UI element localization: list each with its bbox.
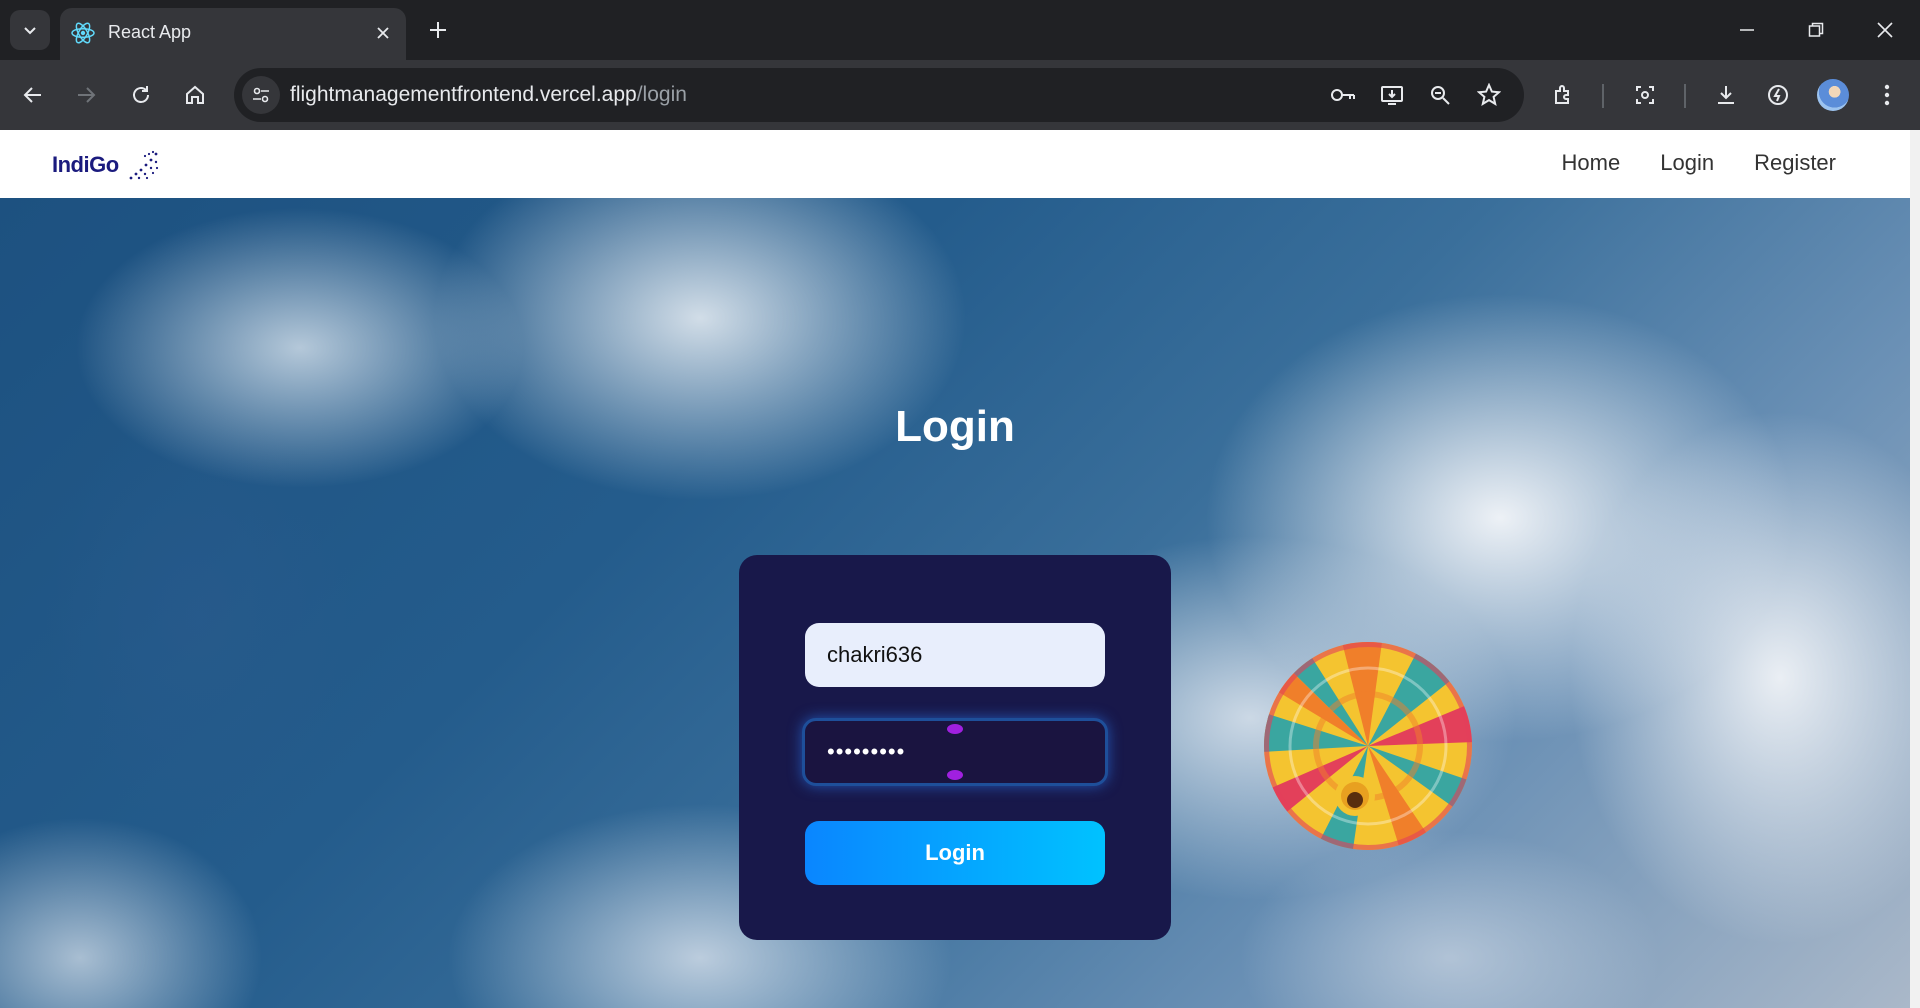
tab-search-icon	[24, 27, 36, 35]
browser-menu-button[interactable]	[1868, 76, 1906, 114]
back-button[interactable]	[14, 76, 52, 114]
passwords-button[interactable]	[1328, 80, 1358, 110]
nav-link-home[interactable]: Home	[1562, 150, 1621, 176]
menu-icon	[1884, 84, 1890, 106]
back-icon	[23, 87, 41, 103]
download-icon	[1718, 86, 1734, 104]
plus-icon	[430, 22, 446, 38]
close-icon	[377, 27, 389, 39]
nav-link-login[interactable]: Login	[1660, 150, 1714, 176]
zoom-icon	[1431, 86, 1450, 105]
nav-link-register[interactable]: Register	[1754, 150, 1836, 176]
bookmark-button[interactable]	[1474, 80, 1504, 110]
zoom-button[interactable]	[1425, 80, 1455, 110]
login-form: chakri636 ••••••••• Login	[739, 555, 1171, 940]
brand-name: IndiGo	[52, 152, 119, 177]
forward-icon	[78, 87, 96, 103]
extensions-icon	[1555, 85, 1569, 104]
text-cursor-handle-top	[947, 724, 963, 734]
home-button[interactable]	[176, 76, 214, 114]
active-tab[interactable]: React App	[60, 8, 406, 60]
tab-search-button[interactable]	[10, 10, 50, 50]
url-host: flightmanagementfrontend.vercel.app	[290, 83, 637, 106]
site-info-button[interactable]	[242, 76, 280, 114]
window-close-button[interactable]	[1860, 8, 1910, 52]
page-viewport: IndiGo Home Login Register Login chakri6…	[0, 130, 1920, 1008]
hot-air-balloon-image	[1264, 642, 1472, 850]
reload-button[interactable]	[122, 76, 160, 114]
login-submit-button[interactable]: Login	[805, 821, 1105, 885]
site-info-icon	[253, 87, 269, 103]
performance-icon	[1768, 85, 1788, 105]
password-value: •••••••••	[827, 739, 906, 764]
install-icon	[1381, 86, 1403, 105]
text-cursor-handle-bottom	[947, 770, 963, 780]
username-input[interactable]: chakri636	[805, 623, 1105, 687]
minimize-icon	[1740, 29, 1754, 31]
plane-dots-icon	[129, 150, 158, 180]
brand-logo[interactable]: IndiGo	[52, 148, 161, 182]
toolbar-divider	[1602, 84, 1604, 108]
url-path: /login	[636, 83, 687, 106]
downloads-button[interactable]	[1707, 76, 1745, 114]
tab-strip: React App	[0, 0, 1920, 60]
screenshot-icon	[1636, 86, 1654, 104]
sky-background: Login chakri636 ••••••••• Login	[0, 198, 1910, 1008]
toolbar-divider	[1684, 84, 1686, 108]
screenshot-button[interactable]	[1626, 76, 1664, 114]
forward-button[interactable]	[67, 76, 105, 114]
login-title: Login	[895, 402, 1015, 451]
key-icon	[1331, 89, 1355, 101]
restore-icon	[1808, 22, 1824, 37]
url-text[interactable]: flightmanagementfrontend.vercel.app/logi…	[290, 83, 687, 107]
home-icon	[186, 85, 204, 104]
react-favicon-icon	[71, 22, 95, 44]
restore-button[interactable]	[1791, 8, 1841, 52]
page-scrollbar[interactable]	[1910, 130, 1920, 1008]
extensions-button[interactable]	[1545, 76, 1583, 114]
profile-avatar[interactable]	[1817, 79, 1849, 111]
browser-toolbar: flightmanagementfrontend.vercel.app/logi…	[0, 60, 1920, 130]
tab-close-button[interactable]	[370, 20, 396, 46]
tab-title: React App	[108, 22, 192, 42]
star-icon	[1477, 83, 1501, 106]
address-bar[interactable]: flightmanagementfrontend.vercel.app/logi…	[234, 68, 1524, 122]
password-input[interactable]: •••••••••	[802, 718, 1108, 786]
window-close-icon	[1877, 22, 1893, 38]
nav-links: Home Login Register	[1562, 150, 1836, 176]
install-app-button[interactable]	[1377, 80, 1407, 110]
site-navbar: IndiGo Home Login Register	[0, 130, 1910, 198]
performance-button[interactable]	[1759, 76, 1797, 114]
username-value: chakri636	[827, 642, 923, 667]
new-tab-button[interactable]	[422, 14, 454, 46]
reload-icon	[133, 86, 149, 103]
minimize-button[interactable]	[1722, 8, 1772, 52]
